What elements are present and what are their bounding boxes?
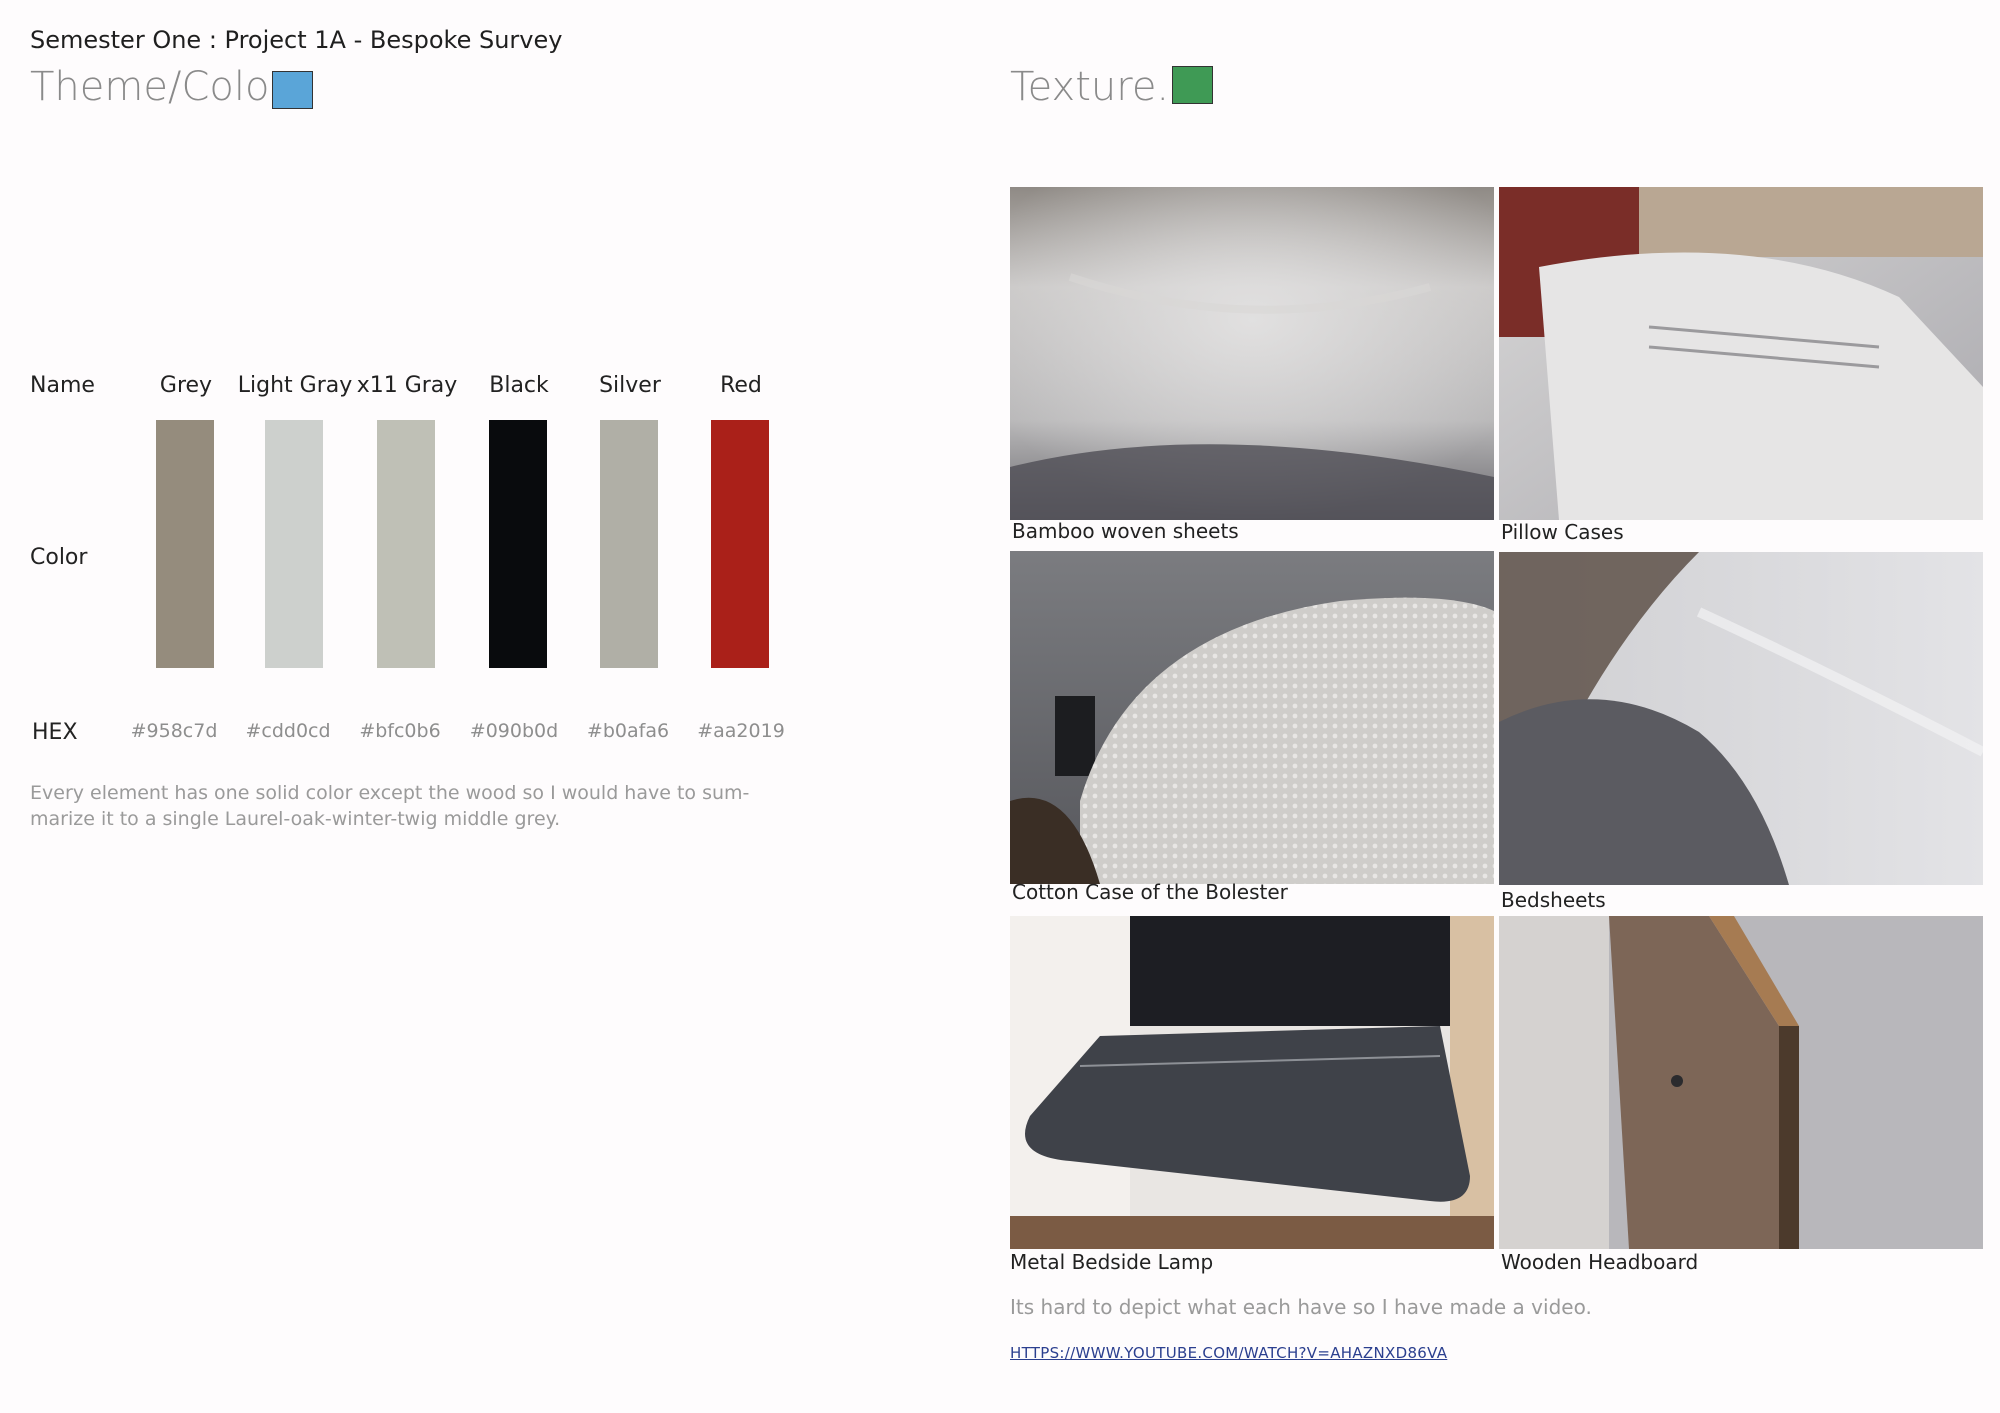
swatch-silver <box>600 420 658 668</box>
hex-x11-gray: #bfc0b6 <box>359 720 441 742</box>
caption-metal-lamp: Metal Bedside Lamp <box>1010 1250 1214 1274</box>
texture-color-square <box>1172 66 1213 104</box>
hex-light-gray: #cdd0cd <box>245 720 331 742</box>
bedsheets-photo <box>1499 552 1983 885</box>
theme-color-title: Theme/Color <box>30 64 286 110</box>
swatch-black <box>489 420 547 668</box>
theme-color-square <box>272 71 313 109</box>
caption-bedsheets: Bedsheets <box>1501 888 1606 912</box>
swatch-name-x11-gray: x11 Gray <box>356 373 458 398</box>
video-note: Its hard to depict what each have so I h… <box>1010 1295 1592 1319</box>
row-label-name: Name <box>30 373 95 398</box>
bamboo-sheets-photo <box>1010 187 1494 520</box>
theme-note: Every element has one solid color except… <box>30 782 750 830</box>
metal-lamp-photo <box>1010 916 1494 1249</box>
row-label-hex: HEX <box>32 720 78 745</box>
hex-red: #aa2019 <box>697 720 785 742</box>
swatch-red <box>711 420 769 668</box>
texture-title: Texture. <box>1010 64 1170 110</box>
hex-grey: #958c7d <box>130 720 218 742</box>
swatch-grey <box>156 420 214 668</box>
bolster-case-photo <box>1010 551 1494 884</box>
project-title: Semester One : Project 1A - Bespoke Surv… <box>30 26 563 54</box>
caption-wooden-headboard: Wooden Headboard <box>1501 1250 1699 1274</box>
hex-black: #090b0d <box>469 720 559 742</box>
video-link[interactable]: HTTPS://WWW.YOUTUBE.COM/WATCH?V=AHAZNXD8… <box>1010 1344 1447 1362</box>
swatch-x11-gray <box>377 420 435 668</box>
row-label-color: Color <box>30 545 88 570</box>
swatch-name-light-gray: Light Gray <box>237 373 353 398</box>
hex-silver: #b0afa6 <box>586 720 670 742</box>
wooden-headboard-photo <box>1499 916 1983 1249</box>
swatch-name-red: Red <box>720 373 762 398</box>
swatch-light-gray <box>265 420 323 668</box>
caption-pillow-cases: Pillow Cases <box>1501 520 1624 544</box>
pillow-case-photo <box>1499 187 1983 520</box>
caption-bamboo-sheets: Bamboo woven sheets <box>1012 519 1239 543</box>
caption-bolster-case: Cotton Case of the Bolester <box>1012 880 1288 904</box>
